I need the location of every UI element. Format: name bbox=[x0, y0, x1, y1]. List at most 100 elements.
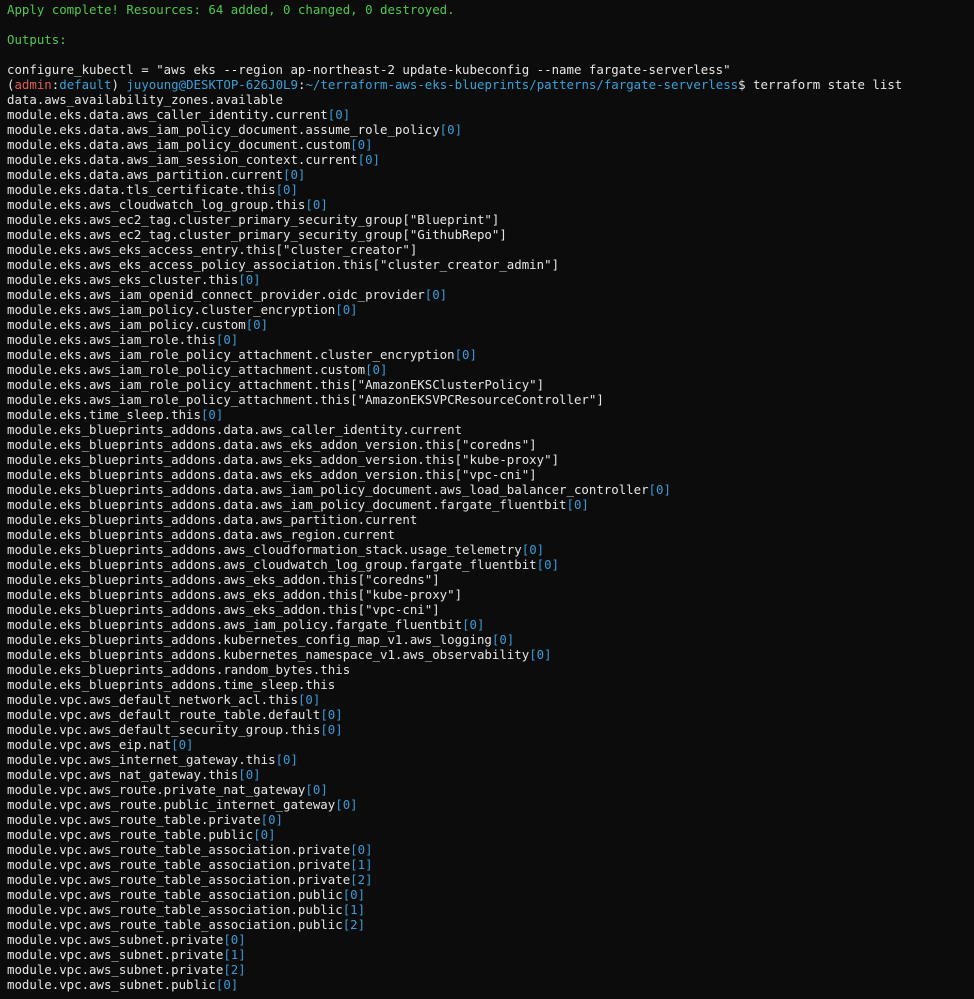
resource-address: module.eks.data.aws_iam_session_context.… bbox=[7, 152, 358, 167]
resource-index: [0] bbox=[215, 977, 239, 992]
resource-address: module.eks.aws_iam_role_policy_attachmen… bbox=[7, 347, 455, 362]
resource-line: module.vpc.aws_default_security_group.th… bbox=[7, 722, 974, 737]
resource-address: data.aws_availability_zones.available bbox=[7, 92, 284, 107]
resource-line: module.eks.time_sleep.this[0] bbox=[7, 407, 974, 422]
resource-address: module.vpc.aws_route.private_nat_gateway bbox=[7, 782, 306, 797]
resource-line: module.eks.aws_iam_role_policy_attachmen… bbox=[7, 362, 974, 377]
prompt-suffix: $ bbox=[738, 77, 754, 92]
resource-line: module.eks.data.aws_partition.current[0] bbox=[7, 167, 974, 182]
resource-index: [0] bbox=[342, 887, 366, 902]
resource-line: module.eks.data.aws_iam_session_context.… bbox=[7, 152, 974, 167]
resource-address: module.eks_blueprints_addons.data.aws_pa… bbox=[7, 512, 418, 527]
resource-line: module.vpc.aws_default_network_acl.this[… bbox=[7, 692, 974, 707]
resource-address: module.eks.data.aws_caller_identity.curr… bbox=[7, 107, 328, 122]
resource-line: module.eks.aws_iam_role.this[0] bbox=[7, 332, 974, 347]
resource-line: module.eks_blueprints_addons.data.aws_ek… bbox=[7, 437, 974, 452]
prompt-path: ~/terraform-aws-eks-blueprints/patterns/… bbox=[305, 77, 739, 92]
resource-line: module.eks.aws_eks_access_policy_associa… bbox=[7, 257, 974, 272]
resource-index: [0] bbox=[327, 107, 351, 122]
resource-line: module.eks_blueprints_addons.random_byte… bbox=[7, 662, 974, 677]
resource-index: [0] bbox=[297, 692, 321, 707]
resource-line: module.eks_blueprints_addons.data.aws_ca… bbox=[7, 422, 974, 437]
resource-line: module.vpc.aws_route_table_association.p… bbox=[7, 917, 974, 932]
resource-line: module.eks.data.aws_caller_identity.curr… bbox=[7, 107, 974, 122]
resource-line: module.vpc.aws_route_table_association.p… bbox=[7, 857, 974, 872]
resource-address: module.vpc.aws_default_security_group.th… bbox=[7, 722, 321, 737]
shell-prompt-line[interactable]: (admin:default) juyoung@DESKTOP-626J0L9:… bbox=[7, 77, 974, 92]
resource-index: [0] bbox=[320, 722, 343, 737]
resource-address: module.eks.aws_eks_access_policy_associa… bbox=[7, 257, 560, 272]
resource-address: module.eks_blueprints_addons.data.aws_ek… bbox=[7, 452, 560, 467]
resource-index: [0] bbox=[357, 152, 381, 167]
prompt-profile: admin bbox=[14, 77, 52, 92]
resource-address: module.eks.aws_iam_role_policy_attachmen… bbox=[7, 377, 545, 392]
resource-line: module.vpc.aws_route_table_association.p… bbox=[7, 842, 974, 857]
resource-address: module.eks_blueprints_addons.aws_cloudfo… bbox=[7, 542, 522, 557]
resource-address: module.vpc.aws_route_table_association.p… bbox=[7, 917, 343, 932]
resource-index: [0] bbox=[238, 767, 261, 782]
resource-line: module.vpc.aws_subnet.private[2] bbox=[7, 962, 974, 977]
resource-line: module.eks_blueprints_addons.data.aws_ia… bbox=[7, 497, 974, 512]
resource-index: [2] bbox=[350, 872, 373, 887]
resource-address: module.eks_blueprints_addons.random_byte… bbox=[7, 662, 351, 677]
resource-address: module.eks.aws_iam_policy.custom bbox=[7, 317, 246, 332]
resource-index: [1] bbox=[350, 857, 373, 872]
resource-line: data.aws_availability_zones.available bbox=[7, 92, 974, 107]
resource-index: [0] bbox=[305, 782, 328, 797]
shell-command[interactable]: terraform state list bbox=[753, 77, 902, 92]
resource-address: module.eks.aws_ec2_tag.cluster_primary_s… bbox=[7, 212, 500, 227]
resource-line: module.eks.aws_iam_openid_connect_provid… bbox=[7, 287, 974, 302]
resource-address: module.eks.data.aws_partition.current bbox=[7, 167, 284, 182]
resource-index: [0] bbox=[529, 647, 552, 662]
resource-index: [0] bbox=[238, 272, 261, 287]
resource-line: module.eks_blueprints_addons.data.aws_re… bbox=[7, 527, 974, 542]
resource-index: [0] bbox=[350, 842, 373, 857]
resource-line: module.eks.aws_eks_cluster.this[0] bbox=[7, 272, 974, 287]
resource-address: module.eks_blueprints_addons.data.aws_ek… bbox=[7, 467, 537, 482]
resource-line: module.eks_blueprints_addons.time_sleep.… bbox=[7, 677, 974, 692]
resource-address: module.eks_blueprints_addons.aws_eks_add… bbox=[7, 587, 463, 602]
resource-line: module.eks_blueprints_addons.data.aws_ek… bbox=[7, 452, 974, 467]
resource-line: module.vpc.aws_route_table_association.p… bbox=[7, 902, 974, 917]
resource-index: [0] bbox=[275, 182, 298, 197]
resource-line: module.eks.aws_iam_role_policy_attachmen… bbox=[7, 377, 974, 392]
resource-address: module.vpc.aws_subnet.private bbox=[7, 947, 224, 962]
resource-line: module.vpc.aws_default_route_table.defau… bbox=[7, 707, 974, 722]
prompt-region: default bbox=[59, 77, 112, 92]
resource-index: [1] bbox=[223, 947, 246, 962]
resource-line: module.eks_blueprints_addons.kubernetes_… bbox=[7, 632, 974, 647]
resource-address: module.eks.aws_iam_openid_connect_provid… bbox=[7, 287, 425, 302]
resource-line: module.eks.aws_iam_role_policy_attachmen… bbox=[7, 392, 974, 407]
resource-address: module.eks.aws_cloudwatch_log_group.this bbox=[7, 197, 306, 212]
resource-address: module.eks_blueprints_addons.aws_eks_add… bbox=[7, 572, 440, 587]
resource-address: module.eks.aws_iam_role_policy_attachmen… bbox=[7, 362, 366, 377]
resource-address: module.eks_blueprints_addons.data.aws_ia… bbox=[7, 497, 567, 512]
prompt-user-host: juyoung@DESKTOP-626J0L9 bbox=[126, 77, 298, 92]
resource-address: module.vpc.aws_route.public_internet_gat… bbox=[7, 797, 336, 812]
resource-address: module.eks.aws_ec2_tag.cluster_primary_s… bbox=[7, 227, 507, 242]
resource-address: module.eks_blueprints_addons.kubernetes_… bbox=[7, 632, 492, 647]
resource-line: module.eks.data.aws_iam_policy_document.… bbox=[7, 137, 974, 152]
resource-line: module.eks.aws_ec2_tag.cluster_primary_s… bbox=[7, 212, 974, 227]
resource-address: module.eks.aws_eks_cluster.this bbox=[7, 272, 239, 287]
resource-address: module.eks_blueprints_addons.data.aws_ek… bbox=[7, 437, 537, 452]
resource-index: [0] bbox=[320, 707, 343, 722]
resource-index: [0] bbox=[335, 797, 358, 812]
resource-line: module.vpc.aws_route_table.private[0] bbox=[7, 812, 974, 827]
resource-index: [2] bbox=[342, 917, 366, 932]
resource-index: [0] bbox=[335, 302, 358, 317]
terminal-window[interactable]: Apply complete! Resources: 64 added, 0 c… bbox=[0, 0, 974, 999]
resource-index: [0] bbox=[215, 332, 239, 347]
resource-index: [0] bbox=[350, 137, 373, 152]
output-configure-kubectl: configure_kubectl = "aws eks --region ap… bbox=[7, 62, 731, 77]
resource-index: [2] bbox=[223, 962, 246, 977]
resource-index: [0] bbox=[305, 197, 328, 212]
resource-line: module.eks.aws_ec2_tag.cluster_primary_s… bbox=[7, 227, 974, 242]
resource-index: [1] bbox=[342, 902, 366, 917]
state-list-output: data.aws_availability_zones.available mod… bbox=[7, 92, 974, 992]
resource-line: module.eks.data.aws_iam_policy_document.… bbox=[7, 122, 974, 137]
resource-line: module.eks.aws_iam_policy.cluster_encryp… bbox=[7, 302, 974, 317]
resource-line: module.eks.aws_cloudwatch_log_group.this… bbox=[7, 197, 974, 212]
resource-address: module.vpc.aws_route_table.private bbox=[7, 812, 261, 827]
